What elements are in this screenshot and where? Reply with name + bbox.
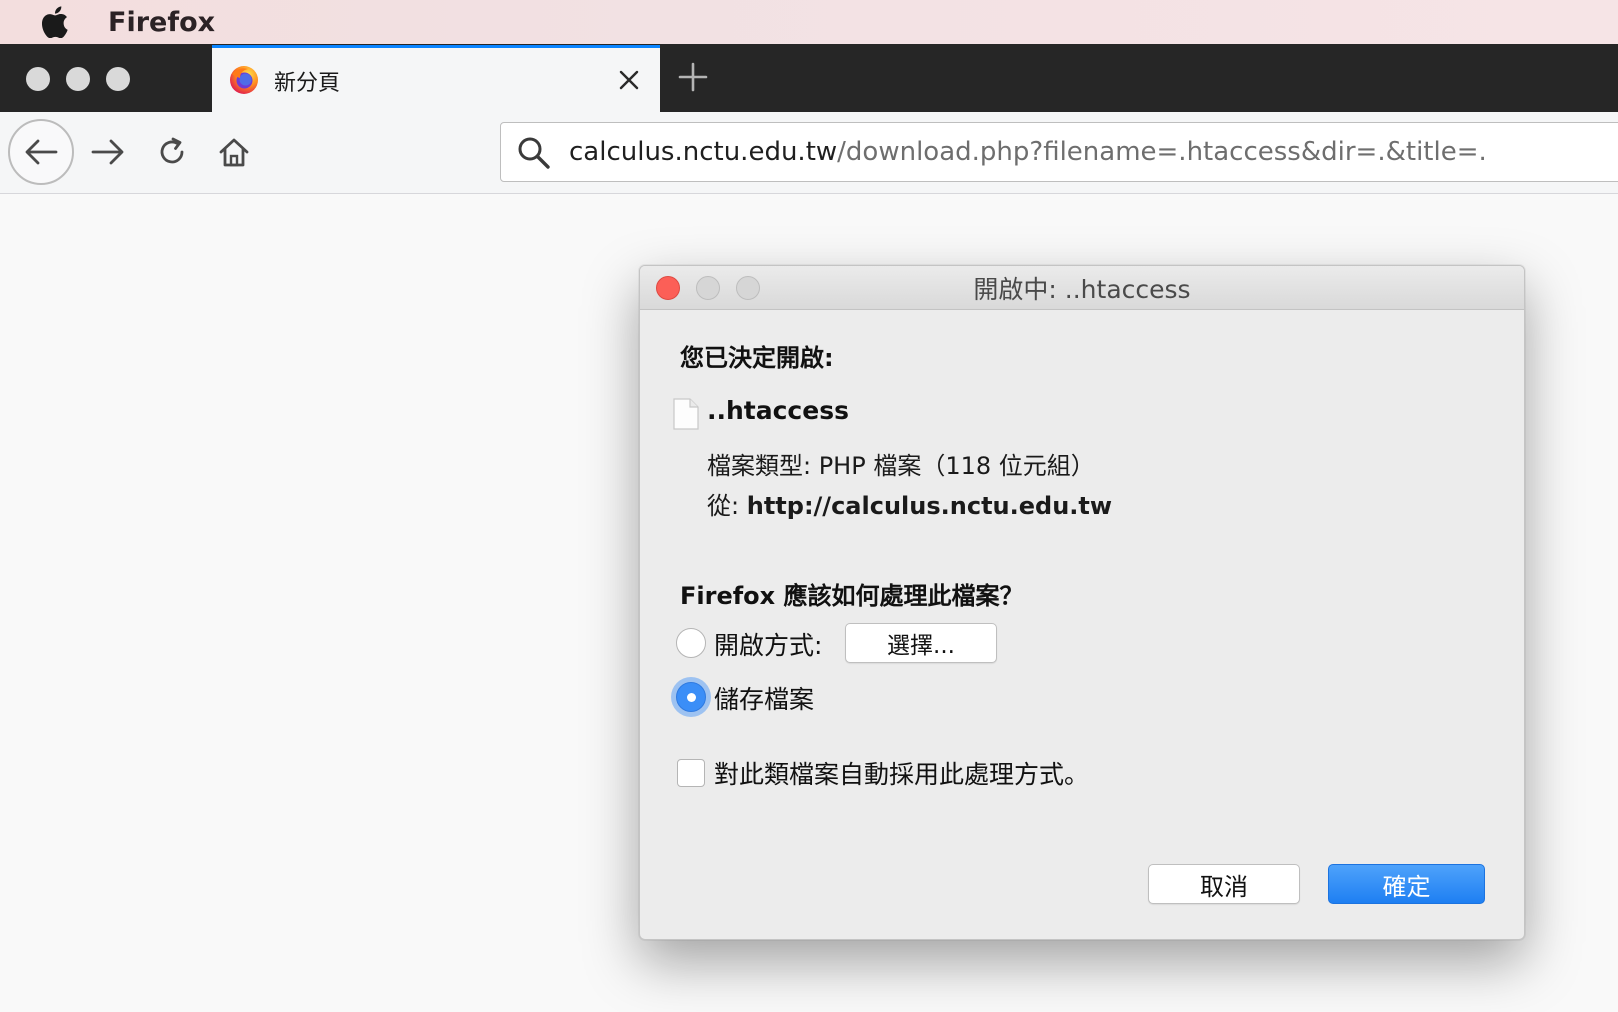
- reload-icon: [160, 137, 184, 164]
- home-button[interactable]: [212, 130, 256, 174]
- file-name: ..htaccess: [707, 396, 849, 425]
- dialog-titlebar: 開啟中: ..htaccess: [640, 266, 1524, 310]
- choose-application-button[interactable]: 選擇...: [845, 623, 997, 663]
- window-close-button[interactable]: [26, 67, 50, 91]
- forward-button[interactable]: [86, 130, 130, 174]
- window-zoom-button[interactable]: [106, 67, 130, 91]
- url-domain: calculus.nctu.edu.tw: [569, 137, 838, 167]
- file-type: 檔案類型: PHP 檔案（118 位元組）: [707, 452, 1095, 480]
- tab-new-tab[interactable]: 新分頁: [212, 45, 660, 112]
- firefox-icon: [229, 65, 259, 95]
- back-arrow-icon: [25, 139, 58, 165]
- handling-question: Firefox 應該如何處理此檔案？: [680, 582, 1024, 610]
- radio-selected-dot: [687, 693, 696, 702]
- file-source-url: http://calculus.nctu.edu.tw: [746, 492, 1113, 520]
- url-bar[interactable]: calculus.nctu.edu.tw/download.php?filena…: [500, 122, 1618, 182]
- url-text[interactable]: calculus.nctu.edu.tw/download.php?filena…: [569, 123, 1487, 181]
- save-file-label[interactable]: 儲存檔案: [714, 682, 814, 714]
- window-minimize-button[interactable]: [66, 67, 90, 91]
- save-file-radio[interactable]: [676, 682, 706, 712]
- tab-title: 新分頁: [274, 71, 341, 96]
- back-button[interactable]: [8, 119, 74, 185]
- ok-button[interactable]: 確定: [1328, 864, 1485, 904]
- navigation-toolbar: calculus.nctu.edu.tw/download.php?filena…: [0, 112, 1618, 194]
- auto-handle-label[interactable]: 對此類檔案自動採用此處理方式。: [714, 756, 1089, 790]
- open-with-radio[interactable]: [676, 628, 706, 658]
- macos-menubar: Firefox: [0, 0, 1618, 44]
- reload-button[interactable]: [150, 130, 194, 174]
- open-file-dialog: 開啟中: ..htaccess 您已決定開啟: ..htaccess 檔案類型:…: [639, 265, 1525, 940]
- auto-handle-checkbox[interactable]: [677, 759, 705, 787]
- home-icon: [219, 138, 249, 167]
- cancel-button[interactable]: 取消: [1148, 864, 1300, 904]
- dialog-title: 開啟中: ..htaccess: [973, 275, 1191, 304]
- tab-close-icon[interactable]: [614, 65, 644, 95]
- new-tab-plus-icon[interactable]: [676, 60, 710, 94]
- url-path: /download.php?filename=.htaccess&dir=.&t…: [837, 137, 1487, 167]
- apple-icon[interactable]: [40, 4, 70, 40]
- file-source-label: 從:: [707, 492, 740, 520]
- open-with-label[interactable]: 開啟方式:: [714, 628, 822, 660]
- forward-arrow-icon: [91, 139, 124, 165]
- dialog-intro: 您已決定開啟:: [680, 344, 834, 372]
- file-source: 從: http://calculus.nctu.edu.tw: [707, 486, 1112, 521]
- document-icon: [673, 398, 699, 430]
- app-name[interactable]: Firefox: [108, 4, 215, 40]
- tab-strip: 新分頁: [0, 44, 1618, 112]
- search-icon: [517, 136, 551, 170]
